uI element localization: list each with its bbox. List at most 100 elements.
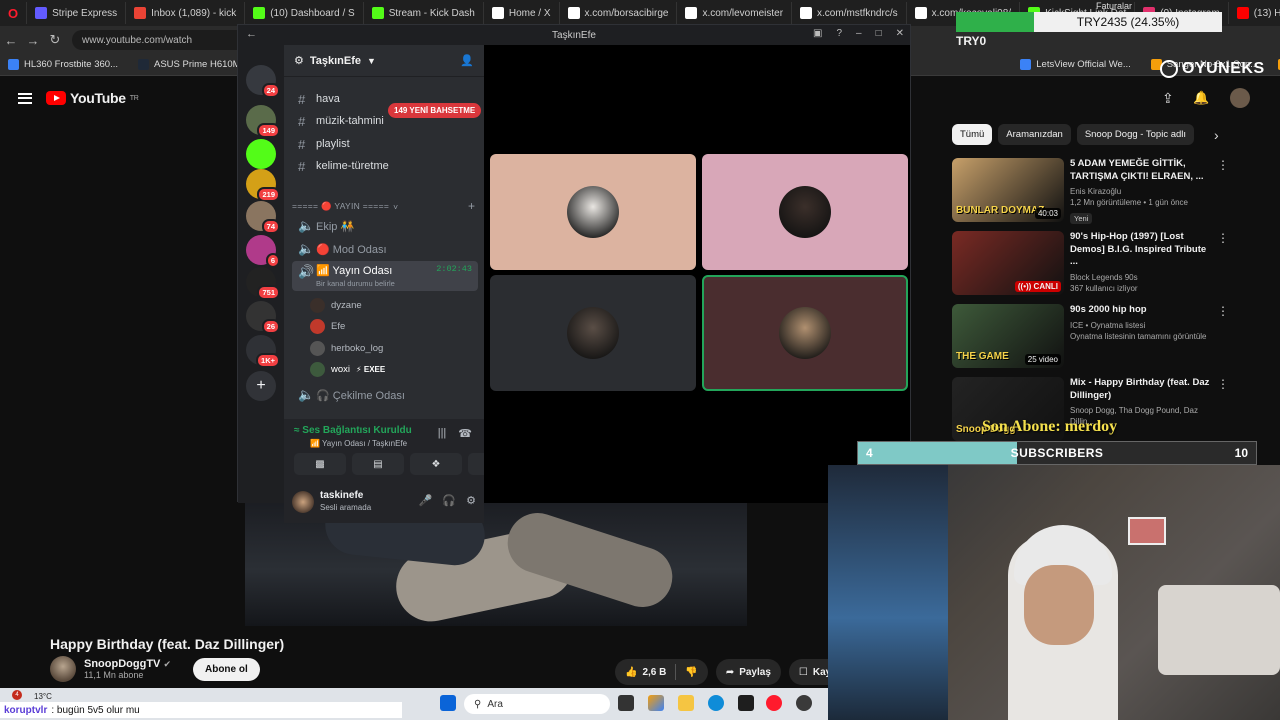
rec-channel[interactable]: ICE • Oynatma listesi [1070,320,1210,331]
server-icon[interactable] [246,139,276,169]
browser-tab[interactable]: Stream - Kick Dash [364,2,484,24]
server-icon[interactable]: 219 [246,169,280,202]
rec-title[interactable]: 5 ADAM YEMEĞE GİTTİK, TARTIŞMA ÇIKTI! EL… [1070,158,1210,183]
bookmark-item[interactable]: Sanger Np-8X1 Son... [1270,59,1280,70]
browser-tab[interactable]: x.com/levomeister [677,2,793,24]
chip-topic[interactable]: Snoop Dogg - Topic adlı [1076,124,1195,145]
maximize-icon[interactable]: □ [876,28,882,39]
participant-tile[interactable] [702,275,908,391]
rec-title[interactable]: 90's Hip-Hop (1997) [Lost Demos] B.I.G. … [1070,231,1210,269]
chevron-right-icon[interactable]: › [1214,127,1219,143]
server-icon[interactable]: 149 [246,105,280,138]
chip-all[interactable]: Tümü [952,124,993,145]
inbox-icon[interactable]: ▣ [813,28,822,39]
invite-icon[interactable]: 👤 [460,54,474,67]
channel-avatar[interactable] [50,656,76,682]
more-options-icon[interactable]: ⋮ [1216,231,1230,295]
browser-tab[interactable]: x.com/mstfkndrc/s [792,2,907,24]
camera-button[interactable]: ▩ [294,453,346,475]
browser-tab[interactable]: Home / X [484,2,560,24]
voice-status[interactable]: ≈ Ses Bağlantısı Kuruldu [294,425,412,436]
headphones-icon[interactable]: 🎧 [442,494,456,507]
participant-tile[interactable] [490,154,696,270]
thumb-down-icon[interactable]: 👎 [685,667,697,678]
youtube-logo[interactable]: YouTube TR [46,90,139,106]
back-arrow-icon[interactable]: ← [246,28,257,40]
user-avatar[interactable] [292,491,314,513]
voice-member[interactable]: herboko_log [310,339,383,357]
bookmark-item[interactable]: LetsView Official We... [1012,59,1139,70]
windows-start-icon[interactable] [440,695,456,711]
notification-bell-icon[interactable]: 🔔 [1193,90,1209,106]
reload-icon[interactable]: ↻ [44,29,66,51]
hamburger-menu-icon[interactable] [18,92,32,104]
voice-channel-mod-odasi[interactable]: 🔈 🔴 Mod Odası [292,239,478,259]
screen-share-button[interactable]: ▤ [352,453,404,475]
back-arrow-icon[interactable]: ← [0,29,22,51]
rec-thumbnail[interactable]: THE GAME 25 video [952,304,1064,368]
browser-tab[interactable]: (10) Dashboard / S [245,2,364,24]
microphone-icon[interactable]: 🎤 [419,494,433,507]
opera-icon[interactable] [766,695,782,711]
browser-tab[interactable]: Stripe Express [27,2,127,24]
rec-channel[interactable]: Block Legends 90s [1070,272,1210,283]
voice-member[interactable]: dyzane [310,296,362,314]
activities-button[interactable]: ❖ [410,453,462,475]
share-button[interactable]: ➦ Paylaş [715,659,781,685]
recommendation-item[interactable]: THE GAME 25 video 90s 2000 hip hop ICE • Oy… [952,304,1272,368]
copilot-icon[interactable] [648,695,664,711]
participant-tile[interactable] [702,154,908,270]
text-channel-playlist[interactable]: # playlist [292,134,478,154]
channel-status[interactable]: Bir kanal durumu belirle [316,279,395,288]
settings-gear-icon[interactable]: ⚙ [466,494,476,507]
task-view-icon[interactable] [618,695,634,711]
rec-thumbnail[interactable]: BUNLAR DOYMAZ 40:03 [952,158,1064,222]
weather-temperature[interactable]: 13°C [34,692,52,701]
text-channel-kelime-turetme[interactable]: # kelime-türetme [292,156,478,176]
recommendation-item[interactable]: ((•)) CANLI 90's Hip-Hop (1997) [Lost Dem… [952,231,1272,295]
server-icon[interactable]: 751 [246,267,280,300]
opera-menu-button[interactable]: O [0,2,28,24]
help-icon[interactable]: ? [836,28,842,39]
server-header[interactable]: ⚙ TaşkınEfe ▼ 👤 [284,45,484,77]
voice-channel-cekilme-odasi[interactable]: 🔈 🎧 Çekilme Odası [292,385,478,405]
participant-tile[interactable] [490,275,696,391]
add-server-icon[interactable]: + [246,371,276,401]
category-yayin[interactable]: ===== 🔴 YAYIN ===== ˅ [292,201,398,212]
channel-name[interactable]: SnoopDoggTV ✔ [84,658,171,670]
upload-icon[interactable]: ⇪ [1162,90,1174,107]
server-icon[interactable]: 26 [246,301,280,334]
voice-member[interactable]: Efe [310,317,345,335]
voice-member[interactable]: woxi ⚡ EXEE [310,360,385,378]
file-explorer-icon[interactable] [678,695,694,711]
minimize-icon[interactable]: – [856,28,862,39]
chip-from-search[interactable]: Aramanızdan [998,124,1071,145]
bookmark-item[interactable]: HL360 Frostbite 360... [0,59,126,70]
server-icon[interactable]: 6 [246,235,280,268]
more-options-icon[interactable]: ⋮ [1216,377,1230,441]
browser-tab[interactable]: x.com/borsacibirge [560,2,678,24]
voice-channel-yayin-odasi[interactable]: 🔊 📶 Yayın Odası Bir kanal durumu belirle… [292,261,478,291]
edge-icon[interactable] [708,695,724,711]
add-channel-icon[interactable]: + [468,199,475,213]
steam-icon[interactable] [796,695,812,711]
more-options-icon[interactable]: ⋮ [1216,158,1230,226]
rec-title[interactable]: Mix - Happy Birthday (feat. Daz Dillinge… [1070,377,1210,402]
store-icon[interactable] [738,695,754,711]
browser-tab[interactable]: Inbox (1,089) - kick [126,2,246,24]
voice-channel-ekip[interactable]: 🔈 Ekip 🧑‍🤝‍🧑 [292,216,478,236]
subscribe-button[interactable]: Abone ol [192,657,260,681]
rec-title[interactable]: 90s 2000 hip hop [1070,304,1210,317]
rec-thumbnail[interactable]: ((•)) CANLI [952,231,1064,295]
text-channel-muzik-tahmini[interactable]: # müzik-tahmini [292,111,478,131]
account-avatar[interactable] [1230,88,1250,108]
taskbar-search[interactable]: ⚲ Ara [464,694,610,714]
user-name[interactable]: taskinefe [320,490,363,501]
like-button[interactable]: 👍 2,6 B 👎 [615,659,708,685]
recommendation-item[interactable]: BUNLAR DOYMAZ 40:03 5 ADAM YEMEĞE GİTTİK, … [952,158,1272,226]
more-options-icon[interactable]: ⋮ [1216,304,1230,368]
rec-channel[interactable]: Enis Kirazoğlu [1070,186,1210,197]
server-icon[interactable]: 74 [246,201,280,234]
forward-arrow-icon[interactable]: → [22,29,44,51]
disconnect-icon[interactable]: ☎ [458,427,472,440]
